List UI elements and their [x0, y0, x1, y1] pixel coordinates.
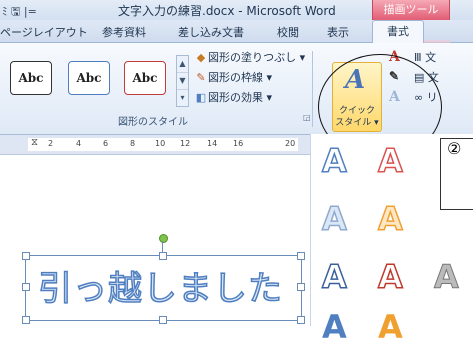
- wordart-style-option[interactable]: A: [322, 308, 347, 346]
- ruler-tick: 6: [103, 139, 109, 148]
- contextual-tab-drawing-tools: 描画ツール: [372, 0, 450, 20]
- shape-style-red[interactable]: Abc: [124, 61, 166, 95]
- chevron-up-icon[interactable]: ▲: [177, 56, 188, 73]
- wordart-style-option[interactable]: A: [321, 141, 347, 181]
- ruler-tick: 14: [207, 139, 218, 148]
- horizontal-ruler[interactable]: ⧖ 2 4 6 8 10 12 14 16 20: [0, 135, 310, 155]
- wordart-style-option[interactable]: A: [378, 308, 403, 346]
- tab-page-layout[interactable]: ページレイアウト: [0, 24, 88, 40]
- shape-style-gallery-scroll[interactable]: ▲ ▼ ▾: [176, 55, 189, 107]
- annotation-box: ②: [440, 138, 473, 210]
- wordart-text[interactable]: 引っ越しました: [37, 261, 283, 310]
- shape-style-blue[interactable]: Abc: [68, 61, 110, 95]
- tab-references[interactable]: 参考資料: [102, 24, 146, 40]
- shape-effects-label: 図形の効果 ▾: [208, 91, 273, 104]
- chevron-down-icon[interactable]: ▼: [177, 73, 188, 90]
- shape-outline-button[interactable]: ✎ 図形の枠線 ▾: [194, 69, 272, 85]
- tab-mailings[interactable]: 差し込み文書: [178, 24, 244, 40]
- ribbon-tab-bar: ページレイアウト 参考資料 差し込み文書 校閲 表示 書式: [0, 20, 473, 62]
- paint-bucket-icon: ◆: [196, 51, 206, 64]
- shape-style-black[interactable]: Abc: [10, 61, 52, 95]
- more-icon[interactable]: ▾: [177, 90, 188, 106]
- tab-review[interactable]: 校閲: [277, 24, 299, 40]
- window-title: 文字入力の練習.docx - Microsoft Word: [118, 4, 336, 18]
- resize-handle[interactable]: [159, 316, 167, 324]
- ruler-tick: 8: [130, 139, 136, 148]
- wordart-style-option[interactable]: A: [377, 257, 403, 297]
- tab-view[interactable]: 表示: [327, 24, 349, 40]
- rotation-handle[interactable]: [159, 234, 168, 243]
- resize-handle[interactable]: [297, 252, 305, 260]
- group-separator: [312, 51, 313, 127]
- ruler-tick: 4: [76, 139, 82, 148]
- shape-outline-label: 図形の枠線 ▾: [208, 71, 273, 84]
- shape-styles-group-label: 図形のスタイル: [118, 117, 188, 128]
- shape-fill-label: 図形の塗りつぶし ▾: [208, 51, 306, 64]
- resize-handle[interactable]: [22, 283, 30, 291]
- tab-format[interactable]: 書式: [372, 20, 424, 43]
- wordart-style-option[interactable]: A: [321, 257, 347, 297]
- resize-handle[interactable]: [159, 252, 167, 260]
- shape-effects-button[interactable]: ◧ 図形の効果 ▾: [194, 89, 272, 105]
- dialog-launcher-icon[interactable]: ◲: [303, 113, 311, 122]
- ruler-tick: 12: [180, 139, 191, 148]
- shape-effects-icon: ◧: [195, 91, 207, 104]
- ruler-tick: 2: [48, 139, 54, 148]
- annotation-label: ②: [447, 139, 462, 158]
- resize-handle[interactable]: [22, 252, 30, 260]
- ruler-tick: 10: [155, 139, 166, 148]
- resize-handle[interactable]: [22, 316, 30, 324]
- wordart-style-option[interactable]: A: [377, 141, 403, 181]
- ruler-tick: 20: [285, 139, 296, 148]
- resize-handle[interactable]: [297, 283, 305, 291]
- shape-fill-button[interactable]: ◆ 図形の塗りつぶし ▾: [194, 49, 305, 65]
- wordart-style-option[interactable]: A: [377, 199, 403, 239]
- text-direction-button[interactable]: Ⅲ 文: [414, 49, 436, 65]
- title-bar: ﾐ 🖫 |= 文字入力の練習.docx - Microsoft Word 描画ツ…: [0, 0, 473, 21]
- wordart-style-option[interactable]: A: [434, 258, 460, 297]
- ruler-tick: 16: [233, 139, 244, 148]
- indent-marker-icon[interactable]: ⧖: [31, 137, 38, 148]
- wordart-style-option[interactable]: A: [321, 199, 347, 239]
- resize-handle[interactable]: [297, 316, 305, 324]
- pencil-icon: ✎: [196, 71, 206, 84]
